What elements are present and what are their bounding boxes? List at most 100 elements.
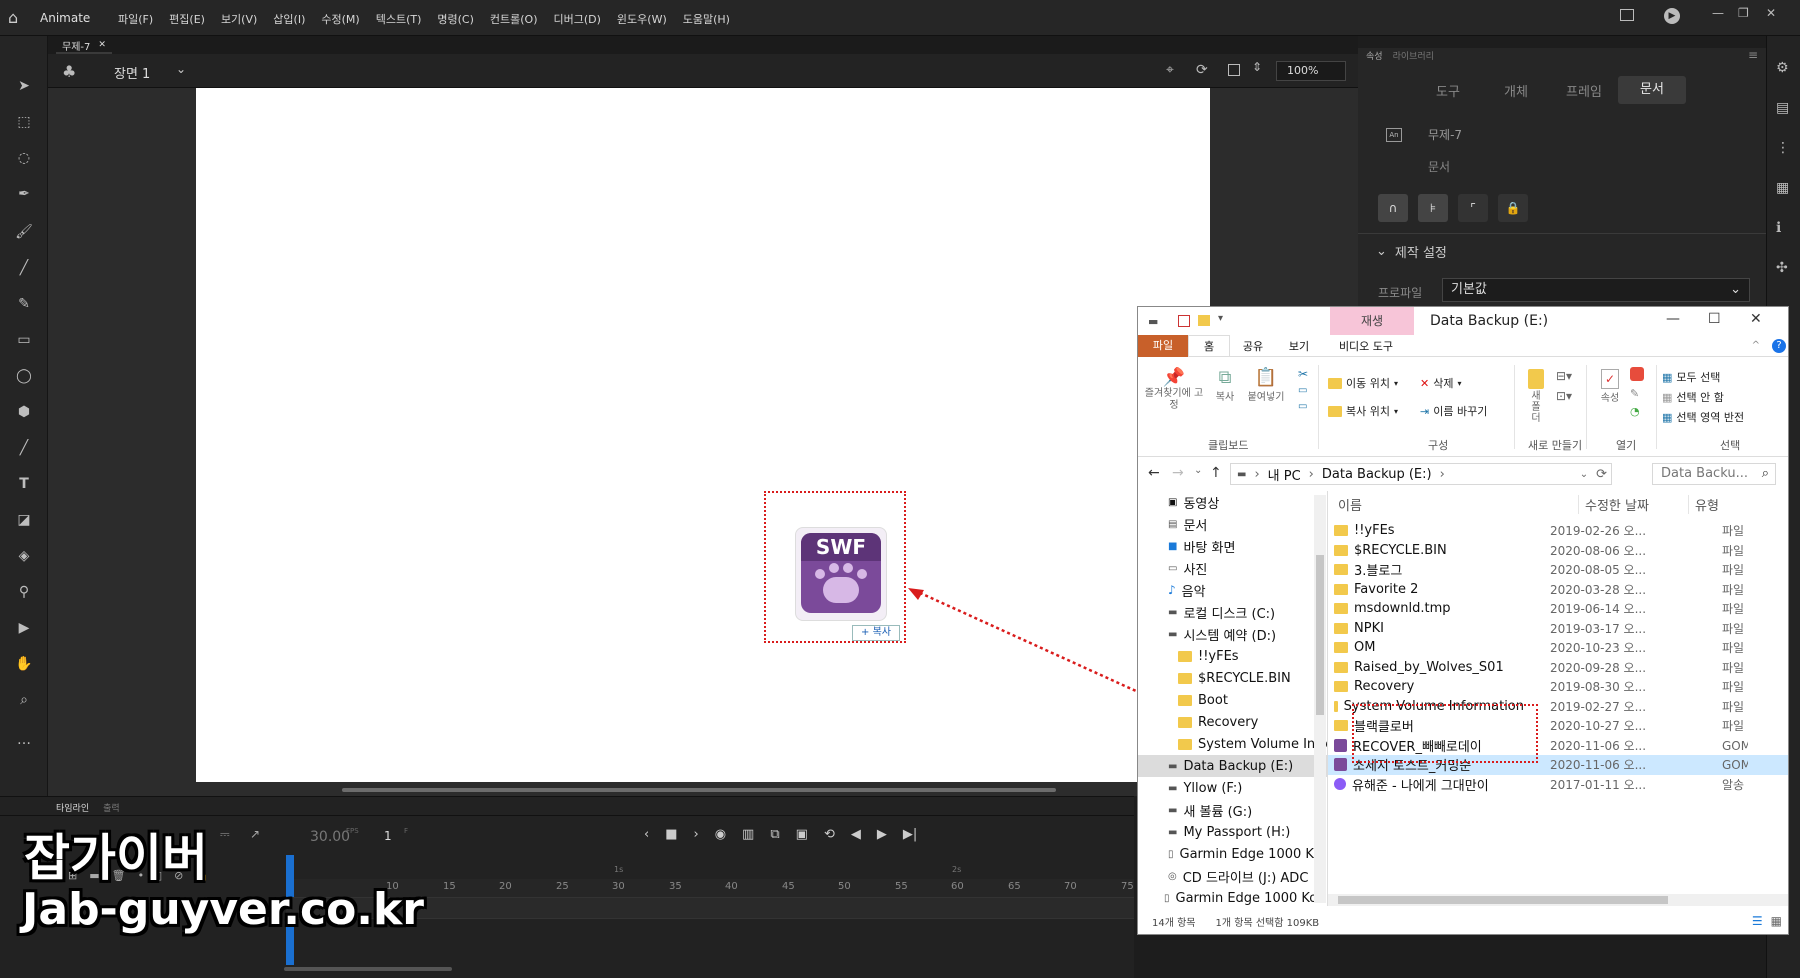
rename-button[interactable]: ⇥ 이름 바꾸기 bbox=[1420, 403, 1487, 419]
details-view-icon[interactable]: ☰ bbox=[1752, 914, 1763, 928]
cut-icon[interactable]: ✂ bbox=[1298, 367, 1308, 381]
nav-item[interactable]: ▬ Yllow (F:) bbox=[1138, 777, 1328, 799]
explorer-close-icon[interactable]: ✕ bbox=[1750, 311, 1762, 327]
center-stage-icon[interactable]: ⌖ bbox=[1166, 62, 1174, 78]
file-row[interactable]: OM 2020-10-23 오... 파일 폴더 bbox=[1328, 638, 1788, 658]
subtab-object[interactable]: 개체 bbox=[1482, 81, 1550, 100]
library-icon[interactable]: ▤ bbox=[1776, 100, 1789, 116]
explorer-maximize-icon[interactable]: ☐ bbox=[1708, 311, 1721, 327]
timeline-tab[interactable]: 타임라인 bbox=[56, 801, 89, 814]
menu-commands[interactable]: 명령(C) bbox=[437, 11, 474, 27]
nav-item[interactable]: ▭ 사진 bbox=[1138, 557, 1328, 579]
new-folder-button[interactable]: 새 폴더 bbox=[1522, 369, 1550, 424]
subtab-document[interactable]: 문서 bbox=[1618, 76, 1686, 104]
open-with-icon[interactable] bbox=[1630, 367, 1644, 381]
file-row[interactable]: Favorite 2 2020-03-28 오... 파일 폴더 bbox=[1328, 580, 1788, 600]
nav-item[interactable]: Recovery bbox=[1138, 711, 1328, 733]
brush-tool-icon[interactable]: 🖌 bbox=[12, 220, 36, 244]
next-icon[interactable]: › bbox=[694, 827, 699, 842]
text-tool-icon[interactable]: T bbox=[12, 472, 36, 496]
col-name[interactable]: 이름 bbox=[1328, 495, 1578, 514]
easy-access-icon[interactable]: ⊡▾ bbox=[1556, 389, 1572, 403]
nav-item[interactable]: ▬ 새 볼륨 (G:) bbox=[1138, 799, 1328, 821]
menu-text[interactable]: 텍스트(T) bbox=[376, 11, 422, 27]
stop-icon[interactable]: ■ bbox=[665, 827, 677, 842]
quick-access-dropdown-icon[interactable]: ▾ bbox=[1218, 313, 1223, 324]
hand-tool-icon[interactable]: ✋ bbox=[12, 652, 36, 676]
rotate-icon[interactable]: ⟳ bbox=[1196, 62, 1208, 78]
nav-item[interactable]: ▯ Garmin Edge 1000 Kc bbox=[1138, 843, 1328, 865]
tab-view[interactable]: 보기 bbox=[1276, 338, 1322, 354]
file-row[interactable]: $RECYCLE.BIN 2020-08-06 오... 파일 폴더 bbox=[1328, 541, 1788, 561]
file-row[interactable]: 유해준 - 나에게 그대만이 2017-01-11 오... 알송 mp3 F bbox=[1328, 775, 1788, 795]
file-row[interactable]: NPKI 2019-03-17 오... 파일 폴더 bbox=[1328, 619, 1788, 639]
refresh-icon[interactable]: ⟳ bbox=[1596, 467, 1607, 482]
lasso-tool-icon[interactable]: ◌ bbox=[12, 146, 36, 170]
edit-multiple-icon[interactable]: ▥ bbox=[742, 827, 754, 842]
step-back-icon[interactable]: ◀ bbox=[851, 827, 861, 842]
list-scrollbar-h[interactable] bbox=[1328, 894, 1788, 906]
tab-video-tools[interactable]: 비디오 도구 bbox=[1324, 338, 1408, 354]
file-row[interactable]: !!yFEs 2019-02-26 오... 파일 폴더 bbox=[1328, 521, 1788, 541]
scene-name[interactable]: 장면 1 bbox=[114, 63, 150, 82]
nav-item[interactable]: ▣ 동영상 bbox=[1138, 491, 1328, 513]
pen-tool-icon[interactable]: ✒ bbox=[12, 182, 36, 206]
menu-window[interactable]: 윈도우(W) bbox=[617, 11, 667, 27]
scene-icon[interactable]: ♣ bbox=[62, 62, 76, 81]
nav-item[interactable]: System Volume Info bbox=[1138, 733, 1328, 755]
file-row[interactable]: Raised_by_Wolves_S01 2020-09-28 오... 파일 폴더 bbox=[1328, 658, 1788, 678]
frame-picker-icon[interactable]: ▦ bbox=[1776, 180, 1789, 196]
rectangle-tool-icon[interactable]: ▭ bbox=[12, 328, 36, 352]
menu-view[interactable]: 보기(V) bbox=[221, 11, 257, 27]
corner-icon[interactable]: ⌜ bbox=[1458, 194, 1488, 222]
insert-keyframe-icon[interactable]: ⧉ bbox=[770, 827, 779, 842]
explorer-minimize-icon[interactable]: — bbox=[1666, 311, 1680, 327]
assets-icon[interactable]: ✣ bbox=[1776, 260, 1788, 276]
nav-item[interactable]: ▬ 로컬 디스크 (C:) bbox=[1138, 601, 1328, 623]
home-icon[interactable]: ⌂ bbox=[8, 8, 18, 27]
workspace-icon[interactable] bbox=[1620, 9, 1634, 21]
frame-number[interactable]: 1 bbox=[384, 829, 392, 843]
align-panel-icon[interactable]: ⋮ bbox=[1776, 140, 1790, 156]
restore-icon[interactable]: ❐ bbox=[1738, 6, 1749, 20]
test-movie-icon[interactable]: ▶ bbox=[1664, 8, 1680, 24]
nav-item[interactable]: !!yFEs bbox=[1138, 645, 1328, 667]
col-date[interactable]: 수정한 날짜 bbox=[1578, 494, 1688, 514]
edit-icon[interactable]: ✎ bbox=[1630, 387, 1639, 400]
nav-item[interactable]: Boot bbox=[1138, 689, 1328, 711]
menu-file[interactable]: 파일(F) bbox=[118, 11, 153, 27]
select-all-button[interactable]: ▦ 모두 선택 bbox=[1662, 369, 1720, 385]
loop-icon[interactable]: ⟲ bbox=[824, 827, 835, 842]
props-tab[interactable]: 속성 bbox=[1366, 49, 1383, 62]
collapse-chevron-icon[interactable]: ⌄ bbox=[1376, 244, 1387, 259]
thumbnail-view-icon[interactable]: ▦ bbox=[1771, 914, 1782, 928]
back-icon[interactable]: ← bbox=[1148, 465, 1160, 481]
more-tools-icon[interactable]: … bbox=[12, 728, 36, 752]
onion-skin-icon[interactable]: ◉ bbox=[715, 827, 726, 842]
recent-dropdown-icon[interactable]: ⌄ bbox=[1194, 465, 1202, 476]
magnet-icon[interactable]: ∩ bbox=[1378, 194, 1408, 222]
file-row[interactable]: 3.블로그 2020-08-05 오... 파일 폴더 bbox=[1328, 560, 1788, 580]
close-icon[interactable]: ✕ bbox=[1766, 6, 1776, 20]
delete-button[interactable]: ✕ 삭제 ▾ bbox=[1420, 375, 1461, 391]
line-tool-icon[interactable]: ╱ bbox=[12, 436, 36, 460]
clip-icon[interactable] bbox=[1228, 64, 1240, 76]
library-tab[interactable]: 라이브러리 bbox=[1393, 49, 1434, 62]
menu-edit[interactable]: 편집(E) bbox=[169, 11, 205, 27]
pin-button[interactable]: 📌 즐겨찾기에 고정 bbox=[1142, 367, 1206, 417]
step-forward-icon[interactable]: ▶| bbox=[903, 827, 917, 842]
select-none-button[interactable]: ▦ 선택 안 함 bbox=[1662, 389, 1724, 405]
address-dropdown-icon[interactable]: ⌄ bbox=[1580, 469, 1588, 480]
help-icon[interactable]: ? bbox=[1772, 338, 1786, 353]
list-scroll-thumb[interactable] bbox=[1338, 896, 1668, 904]
paint-bucket-tool-icon[interactable]: ◈ bbox=[12, 544, 36, 568]
nav-item[interactable]: ▤ 문서 bbox=[1138, 513, 1328, 535]
history-icon[interactable]: ◔ bbox=[1630, 405, 1640, 418]
eraser-tool-icon[interactable]: ◪ bbox=[12, 508, 36, 532]
zoom-stepper-icon[interactable]: ⇕ bbox=[1252, 60, 1262, 74]
move-to-button[interactable]: 이동 위치 ▾ bbox=[1328, 375, 1398, 391]
selection-tool-icon[interactable]: ➤ bbox=[12, 74, 36, 98]
nav-item[interactable]: ◎ CD 드라이브 (J:) ADC bbox=[1138, 865, 1328, 887]
panel-menu-icon[interactable]: ≡ bbox=[1748, 48, 1758, 62]
paste-shortcut-icon[interactable]: ▭ bbox=[1298, 401, 1307, 412]
